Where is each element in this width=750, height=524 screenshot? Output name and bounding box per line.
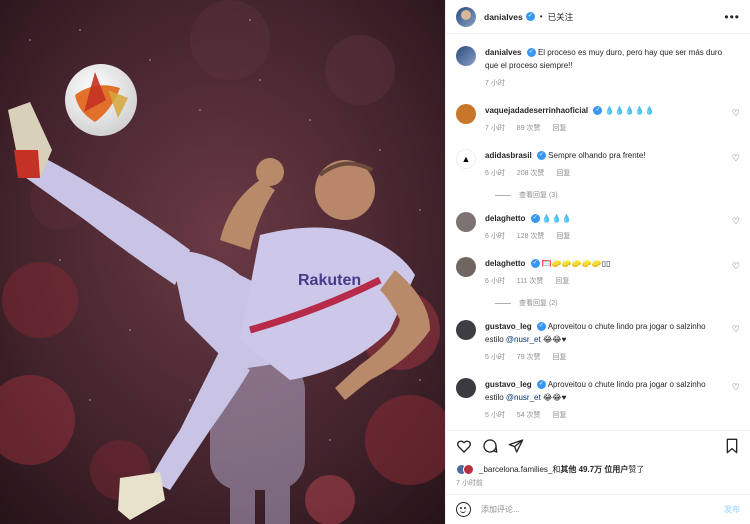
heart-icon[interactable] <box>456 438 472 454</box>
comment-text: Sempre olhando pra frente! <box>548 151 646 160</box>
comment-suffix: 😂😂♥ <box>540 335 567 344</box>
commenter-username[interactable]: gustavo_leg <box>485 322 532 331</box>
verified-icon: ✓ <box>530 259 540 269</box>
comment-time[interactable]: 6 小时 <box>485 233 505 240</box>
commenter-avatar[interactable] <box>456 378 476 398</box>
commenter-avatar[interactable] <box>456 104 476 124</box>
comment-item: ▲ adidasbrasil ✓ Sempre olhando pra fren… <box>456 149 740 180</box>
comment-like-heart-icon[interactable]: ♡ <box>732 261 740 272</box>
caption-time[interactable]: 7 小时 <box>485 80 505 87</box>
comment-like-heart-icon[interactable]: ♡ <box>732 216 740 227</box>
instagram-post-view: Rakuten danialves ✓ • 已关注 ••• danialves … <box>0 0 750 524</box>
view-replies-button[interactable]: 查看回复 (3) <box>495 190 740 200</box>
comment-text: 💧💧💧 <box>541 214 572 223</box>
action-bar <box>446 430 750 460</box>
follow-status-button[interactable]: 已关注 <box>548 11 574 23</box>
separator: • <box>539 12 543 21</box>
comment-likes[interactable]: 54 次赞 <box>517 412 541 419</box>
author-avatar[interactable] <box>456 6 476 27</box>
share-icon[interactable] <box>508 438 524 454</box>
post-comment-button[interactable]: 发布 <box>724 504 740 515</box>
ball-graphic <box>65 64 137 136</box>
post-side-panel: danialves ✓ • 已关注 ••• danialves ✓ El pro… <box>445 0 750 524</box>
comment-likes[interactable]: 79 次赞 <box>517 354 541 361</box>
reply-button[interactable]: 回复 <box>552 125 566 132</box>
comment-like-heart-icon[interactable]: ♡ <box>732 382 740 393</box>
commenter-avatar[interactable] <box>456 212 476 232</box>
likes-liked: 赞了 <box>628 464 645 474</box>
commenter-avatar[interactable]: ▲ <box>456 149 476 169</box>
reply-button[interactable]: 回复 <box>552 412 566 419</box>
comment-suffix: 😂😂♥ <box>540 393 567 402</box>
commenter-username[interactable]: adidasbrasil <box>485 151 532 160</box>
caption-text: El proceso es muy duro, pero hay que ser… <box>485 48 723 70</box>
commenter-username[interactable]: delaghetto <box>485 214 525 223</box>
reply-button[interactable]: 回复 <box>555 278 569 285</box>
comment-item: delaghetto ✓ 🥅🧽🧽🧽🧽🧽▯▯ 6 小时 111 次赞 回复 ♡ <box>456 257 740 288</box>
comment-item: delaghetto ✓ 💧💧💧 6 小时 128 次赞 回复 ♡ <box>456 212 740 243</box>
verified-icon: ✓ <box>536 322 546 332</box>
commenter-username[interactable]: delaghetto <box>485 259 525 268</box>
comment-time[interactable]: 6 小时 <box>485 170 505 177</box>
likes-others[interactable]: 其他 49.7万 位用户 <box>560 464 628 475</box>
comments-list[interactable]: danialves ✓ El proceso es muy duro, pero… <box>446 34 750 430</box>
comment-likes[interactable]: 128 次赞 <box>517 233 545 240</box>
comment-time[interactable]: 7 小时 <box>485 125 505 132</box>
verified-icon: ✓ <box>536 151 546 161</box>
emoji-icon[interactable] <box>456 502 471 517</box>
comment-likes[interactable]: 208 次赞 <box>517 170 545 177</box>
caption-avatar[interactable] <box>456 46 476 66</box>
comment-item: gustavo_leg ✓ Aproveitou o chute lindo p… <box>456 320 740 364</box>
mention-link[interactable]: @nusr_et <box>506 335 541 344</box>
verified-icon: ✓ <box>530 214 540 224</box>
verified-icon: ✓ <box>526 48 536 58</box>
reply-button[interactable]: 回复 <box>556 233 570 240</box>
likes-and: 和 <box>552 464 561 474</box>
comment-likes[interactable]: 89 次赞 <box>517 125 541 132</box>
mention-link[interactable]: @nusr_et <box>506 393 541 402</box>
view-replies-label[interactable]: 查看回复 (2) <box>519 298 558 308</box>
caption: danialves ✓ El proceso es muy duro, pero… <box>456 46 740 90</box>
comment-input[interactable]: 添加评论... <box>481 504 724 515</box>
comment-icon[interactable] <box>482 438 498 454</box>
replies-line <box>495 194 511 196</box>
verified-icon: ✓ <box>525 12 535 21</box>
comment-text: 🥅🧽🧽🧽🧽🧽▯▯ <box>541 259 611 268</box>
svg-text:Rakuten: Rakuten <box>298 272 361 289</box>
commenter-username[interactable]: vaquejadadeserrinhaoficial <box>485 106 588 115</box>
comment-time[interactable]: 5 小时 <box>485 412 505 419</box>
likes-summary: _barcelona.families_ 和 其他 49.7万 位用户 赞了 <box>446 460 750 478</box>
replies-line <box>495 302 511 304</box>
verified-icon: ✓ <box>593 106 603 116</box>
comment-text: 💧💧💧💧💧 <box>604 106 655 115</box>
comment-item: vaquejadadeserrinhaoficial ✓ 💧💧💧💧💧 7 小时 … <box>456 104 740 135</box>
comment-like-heart-icon[interactable]: ♡ <box>732 324 740 335</box>
football-player-photo: Rakuten <box>0 0 445 524</box>
comment-item: gustavo_leg ✓ Aproveitou o chute lindo p… <box>456 378 740 422</box>
add-comment-bar: 添加评论... 发布 <box>446 494 750 524</box>
more-options-icon[interactable]: ••• <box>724 10 740 24</box>
post-photo[interactable]: Rakuten <box>0 0 445 524</box>
comment-time[interactable]: 5 小时 <box>485 354 505 361</box>
bookmark-icon[interactable] <box>724 438 740 454</box>
commenter-avatar[interactable] <box>456 257 476 277</box>
view-replies-label[interactable]: 查看回复 (3) <box>519 190 558 200</box>
reply-button[interactable]: 回复 <box>552 354 566 361</box>
reply-button[interactable]: 回复 <box>556 170 570 177</box>
liker-avatar[interactable] <box>463 463 474 475</box>
comment-time[interactable]: 6 小时 <box>485 278 505 285</box>
caption-username[interactable]: danialves <box>485 48 521 57</box>
commenter-avatar[interactable] <box>456 320 476 340</box>
comment-likes[interactable]: 111 次赞 <box>517 278 544 285</box>
verified-icon: ✓ <box>536 380 546 390</box>
comment-like-heart-icon[interactable]: ♡ <box>732 153 740 164</box>
author-username[interactable]: danialves <box>484 12 523 22</box>
liker-username[interactable]: _barcelona.families_ <box>479 465 552 474</box>
comment-like-heart-icon[interactable]: ♡ <box>732 108 740 119</box>
view-replies-button[interactable]: 查看回复 (2) <box>495 298 740 308</box>
post-time[interactable]: 7 小时前 <box>446 478 750 494</box>
post-header: danialves ✓ • 已关注 ••• <box>446 0 750 34</box>
commenter-username[interactable]: gustavo_leg <box>485 380 532 389</box>
